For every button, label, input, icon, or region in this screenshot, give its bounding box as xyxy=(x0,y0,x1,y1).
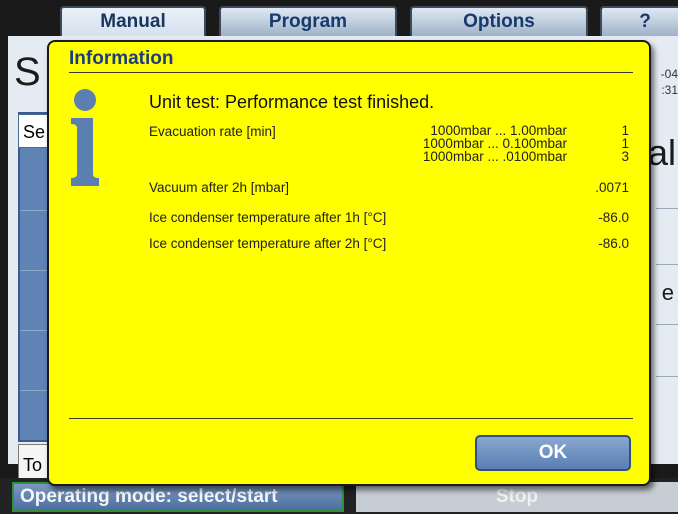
divider xyxy=(656,264,678,265)
evacuation-counts: 1 1 3 xyxy=(589,124,629,164)
operating-mode-button[interactable]: Operating mode: select/start xyxy=(12,482,344,512)
divider xyxy=(656,376,678,377)
tab-manual-label: Manual xyxy=(100,11,166,32)
ice-2h-label: Ice condenser temperature after 2h [°C] xyxy=(149,236,387,251)
tab-options-label: Options xyxy=(463,11,535,32)
vacuum-label: Vacuum after 2h [mbar] xyxy=(149,180,290,195)
operating-mode-label: Operating mode: select/start xyxy=(20,486,278,507)
count-item: 3 xyxy=(621,149,629,164)
dialog-title: Information xyxy=(69,48,174,69)
ok-label: OK xyxy=(538,442,568,463)
tab-program-label: Program xyxy=(268,11,348,32)
evacuation-ranges: 1000mbar ... 1.00mbar 1000mbar ... 0.100… xyxy=(387,124,567,164)
title-divider xyxy=(69,72,633,73)
page-title: S xyxy=(14,50,41,94)
tab-program[interactable]: Program xyxy=(219,6,397,36)
ok-button[interactable]: OK xyxy=(475,435,631,471)
info-icon xyxy=(71,89,99,186)
divider xyxy=(656,208,678,209)
evacuation-rate-label: Evacuation rate [min] xyxy=(149,124,276,139)
footer-divider xyxy=(69,418,633,419)
tab-options[interactable]: Options xyxy=(410,6,588,36)
stop-button[interactable]: Stop xyxy=(356,482,678,512)
range-item: 1000mbar ... .0100mbar xyxy=(422,149,567,164)
status-text-large: al xyxy=(647,132,676,173)
ice-1h-label: Ice condenser temperature after 1h [°C] xyxy=(149,210,387,225)
ice-2h-value: -86.0 xyxy=(598,236,629,251)
date-text: -04 xyxy=(660,67,678,81)
date-time-readout: -04 :31 xyxy=(661,66,678,98)
divider xyxy=(656,324,678,325)
message-title: Unit test: Performance test finished. xyxy=(149,92,435,112)
time-text: :31 xyxy=(661,83,678,97)
status-text-small: e xyxy=(661,280,674,305)
tab-help[interactable]: ? xyxy=(600,6,678,36)
information-dialog: Information Unit test: Performance test … xyxy=(47,40,651,486)
stop-label: Stop xyxy=(495,486,539,507)
ice-1h-value: -86.0 xyxy=(598,210,629,225)
tab-bar: Manual Program Options ? xyxy=(0,0,678,36)
tab-help-label: ? xyxy=(639,11,651,32)
tab-manual[interactable]: Manual xyxy=(60,6,206,36)
vacuum-value: .0071 xyxy=(595,180,629,195)
